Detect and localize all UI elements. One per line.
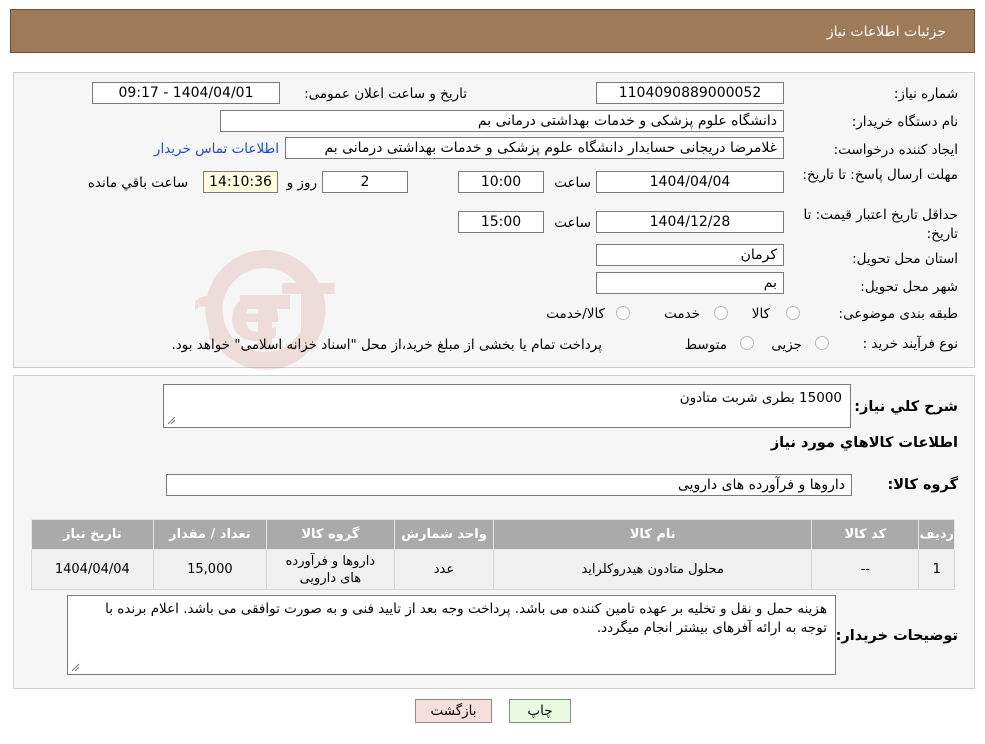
price-validity-time-label: ساعت	[554, 215, 591, 231]
category-radio-goods[interactable]	[786, 306, 800, 320]
days-label: روز و	[286, 175, 317, 191]
print-button[interactable]: چاپ	[509, 699, 571, 723]
buyer-org-field[interactable]: دانشگاه علوم پزشکی و خدمات بهداشتی درمان…	[220, 110, 784, 132]
price-validity-time-field[interactable]: 15:00	[458, 211, 544, 233]
requester-field[interactable]: غلامرضا دریجانی حسابدار دانشگاه علوم پزش…	[285, 137, 784, 159]
goods-info-title: اطلاعات کالاهاي مورد نیاز	[770, 435, 958, 451]
resize-grip-icon[interactable]	[71, 663, 80, 672]
buyer-notes-field[interactable]: هزینه حمل و نقل و تخلیه بر عهده تامین کن…	[67, 595, 836, 675]
requester-label: ایجاد کننده درخواست:	[833, 142, 958, 158]
col-name: نام کالا	[493, 519, 813, 550]
purchase-treasury-note: پرداخت تمام یا بخشی از مبلغ خرید،از محل …	[171, 337, 602, 353]
buyer-notes-text: هزینه حمل و نقل و تخلیه بر عهده تامین کن…	[105, 601, 827, 636]
purchase-option-minor: جزیی	[771, 337, 802, 353]
col-row: ردیف	[918, 519, 955, 550]
cell-need-date: 1404/04/04	[31, 549, 154, 590]
cell-group: داروها و فرآورده های دارویی	[266, 549, 395, 590]
category-option-service: خدمت	[664, 306, 700, 322]
need-number-label: شماره نیاز:	[893, 86, 958, 102]
purchase-type-label: نوع فرآیند خرید :	[862, 336, 958, 352]
col-need-date: تاریخ نیاز	[31, 519, 154, 550]
general-desc-field[interactable]: 15000 بطری شربت متادون	[163, 384, 851, 428]
back-button[interactable]: بازگشت	[415, 699, 492, 723]
province-label: استان محل تحویل:	[852, 251, 958, 267]
deadline-label: مهلت ارسال پاسخ: تا تاریخ:	[802, 167, 958, 183]
remaining-days-field[interactable]: 2	[322, 171, 408, 193]
col-unit: واحد شمارش	[393, 519, 495, 550]
general-desc-text: 15000 بطری شربت متادون	[679, 390, 842, 406]
page-header: جزئیات اطلاعات نیاز	[10, 9, 975, 53]
goods-group-field[interactable]: داروها و فرآورده های دارویی	[166, 474, 852, 496]
table-row: 1 -- محلول متادون هیدروکلراید عدد داروها…	[31, 549, 955, 590]
col-code: کد کالا	[811, 519, 920, 550]
deadline-time-label: ساعت	[554, 175, 591, 191]
deadline-date-field[interactable]: 1404/04/04	[596, 171, 784, 193]
cell-name: محلول متادون هیدروکلراید	[493, 549, 813, 590]
cell-code: --	[811, 549, 920, 590]
category-label: طبقه بندی موضوعی:	[838, 306, 958, 322]
category-radio-service[interactable]	[714, 306, 728, 320]
cell-quantity: 15,000	[152, 549, 268, 590]
col-quantity: تعداد / مقدار	[152, 519, 268, 550]
price-validity-date-field[interactable]: 1404/12/28	[596, 211, 784, 233]
resize-grip-icon[interactable]	[167, 416, 176, 425]
remaining-time-field: 14:10:36	[203, 171, 278, 193]
goods-table: ردیف کد کالا نام کالا واحد شمارش گروه کا…	[31, 519, 955, 590]
city-field[interactable]: بم	[596, 272, 784, 294]
category-radio-goods-service[interactable]	[616, 306, 630, 320]
announce-datetime-label: تاریخ و ساعت اعلان عمومی:	[304, 86, 467, 102]
cell-unit: عدد	[393, 549, 495, 590]
cell-row: 1	[918, 549, 955, 590]
price-validity-label: حداقل تاریخ اعتبار قیمت: تا تاریخ:	[803, 207, 958, 242]
need-number-field[interactable]: 1104090889000052	[596, 82, 784, 104]
deadline-time-field[interactable]: 10:00	[458, 171, 544, 193]
buyer-contact-link[interactable]: اطلاعات تماس خریدار	[154, 141, 279, 157]
category-option-goods-service: کالا/خدمت	[546, 306, 605, 322]
goods-group-label: گروه کالا:	[887, 477, 958, 493]
general-desc-label: شرح کلي نیاز:	[854, 399, 958, 415]
col-group: گروه کالا	[266, 519, 395, 550]
goods-table-header: ردیف کد کالا نام کالا واحد شمارش گروه کا…	[31, 519, 955, 550]
category-option-goods: کالا	[751, 306, 770, 322]
purchase-option-medium: متوسط	[684, 337, 727, 353]
city-label: شهر محل تحویل:	[860, 279, 958, 295]
announce-datetime-field[interactable]: 1404/04/01 - 09:17	[92, 82, 280, 104]
province-field[interactable]: کرمان	[596, 244, 784, 266]
purchase-radio-medium[interactable]	[740, 336, 754, 350]
page-title: جزئیات اطلاعات نیاز	[826, 24, 946, 40]
buyer-notes-label: توضیحات خریدار:	[835, 628, 958, 644]
buyer-org-label: نام دستگاه خریدار:	[851, 114, 958, 130]
remaining-time-label: ساعت باقي مانده	[87, 175, 188, 191]
purchase-radio-minor[interactable]	[815, 336, 829, 350]
